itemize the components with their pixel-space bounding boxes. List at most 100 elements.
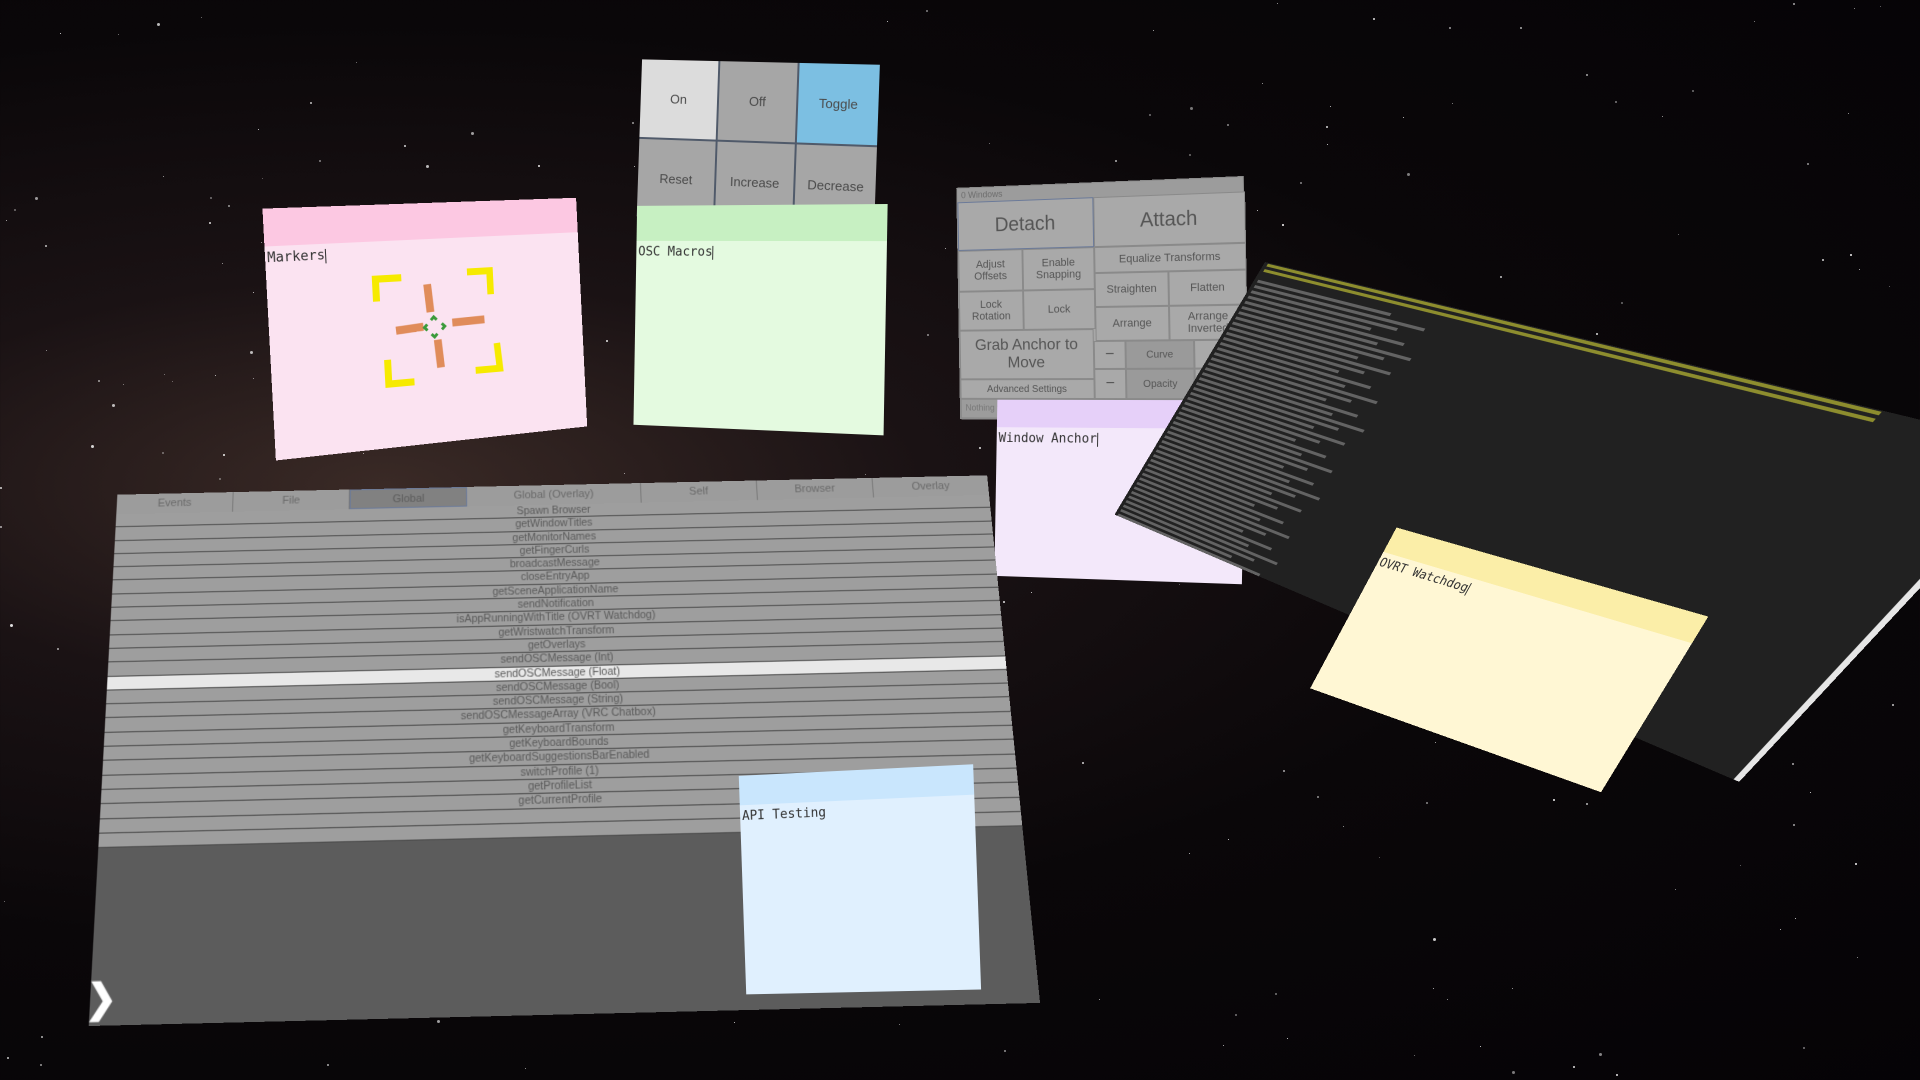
star xyxy=(1662,115,1664,117)
note-text-area[interactable]: OSC Macros xyxy=(636,241,887,265)
star xyxy=(404,144,407,147)
note-drag-bar[interactable] xyxy=(636,204,888,242)
star xyxy=(162,452,165,455)
star xyxy=(1148,114,1151,116)
star xyxy=(5,219,7,221)
grab-anchor-button[interactable]: Grab Anchor to Move xyxy=(959,329,1095,380)
star xyxy=(925,10,928,13)
star xyxy=(171,380,173,382)
equalize-transforms-button[interactable]: Equalize Transforms xyxy=(1094,242,1247,274)
star xyxy=(634,165,636,167)
enable-snapping-button[interactable]: Enable Snapping xyxy=(1022,247,1095,291)
star xyxy=(1810,792,1812,794)
star xyxy=(1257,209,1259,211)
tab-file[interactable]: File xyxy=(233,489,351,512)
star xyxy=(97,379,100,382)
star xyxy=(1859,268,1861,270)
lock-button[interactable]: Lock xyxy=(1023,289,1096,330)
chevron-right-icon[interactable]: ❯ xyxy=(85,976,118,1021)
attach-button[interactable]: Attach xyxy=(1093,191,1246,248)
star xyxy=(111,404,115,408)
star xyxy=(1227,838,1229,840)
star xyxy=(163,176,165,178)
star xyxy=(56,648,59,651)
star xyxy=(327,1064,330,1067)
star xyxy=(1179,583,1181,585)
straighten-button[interactable]: Straighten xyxy=(1094,271,1169,308)
star xyxy=(1806,162,1809,165)
star xyxy=(1803,1047,1806,1050)
star xyxy=(1791,762,1794,765)
detach-button[interactable]: Detach xyxy=(957,197,1095,251)
tab-browser[interactable]: Browser xyxy=(756,477,874,501)
star xyxy=(425,165,429,169)
star xyxy=(1854,8,1856,10)
star xyxy=(1413,1055,1415,1057)
star xyxy=(1329,105,1331,107)
star xyxy=(606,339,609,342)
star xyxy=(1793,2,1796,5)
tab-overlay[interactable]: Overlay xyxy=(872,475,989,497)
flatten-button[interactable]: Flatten xyxy=(1168,269,1248,306)
star xyxy=(899,1024,901,1026)
star xyxy=(355,61,357,63)
star xyxy=(525,1067,527,1069)
star xyxy=(927,333,930,336)
star xyxy=(1343,825,1345,827)
toggle-button-grid: On Off Toggle Reset Increase Decrease xyxy=(636,59,880,228)
toggle-button[interactable]: Toggle xyxy=(797,62,880,146)
tab-global-overlay[interactable]: Global (Overlay) xyxy=(467,483,642,507)
star xyxy=(118,33,120,35)
star xyxy=(249,351,253,355)
tab-global[interactable]: Global xyxy=(349,486,468,510)
star xyxy=(34,197,38,201)
note-text: OSC Macros xyxy=(638,244,713,260)
star xyxy=(1004,1050,1007,1053)
star xyxy=(1740,864,1742,866)
star xyxy=(1620,301,1623,304)
star xyxy=(261,241,263,243)
off-button[interactable]: Off xyxy=(717,61,798,143)
star xyxy=(1856,956,1858,958)
star xyxy=(1511,987,1513,989)
star xyxy=(1277,3,1279,5)
lock-rotation-button[interactable]: Lock Rotation xyxy=(958,290,1024,331)
star xyxy=(1888,285,1890,287)
tab-events[interactable]: Events xyxy=(116,492,234,515)
star xyxy=(1188,853,1190,855)
note-text: API Testing xyxy=(741,805,827,824)
star xyxy=(978,446,981,449)
star xyxy=(1402,117,1404,119)
star xyxy=(1002,600,1005,603)
crosshair-marker-icon xyxy=(365,264,516,394)
curve-decrease-button[interactable]: − xyxy=(1093,340,1126,370)
star xyxy=(1553,798,1556,801)
star xyxy=(1519,26,1522,29)
star xyxy=(1849,254,1852,257)
tab-self[interactable]: Self xyxy=(640,480,758,503)
star xyxy=(989,142,991,144)
arrange-button[interactable]: Arrange xyxy=(1095,305,1170,342)
star xyxy=(253,291,255,293)
star xyxy=(157,22,161,26)
star xyxy=(1573,1065,1576,1068)
star xyxy=(1153,30,1155,32)
advanced-settings-button[interactable]: Advanced Settings xyxy=(960,379,1095,400)
star xyxy=(310,102,313,105)
on-button[interactable]: On xyxy=(639,59,719,140)
star xyxy=(1082,762,1085,765)
star xyxy=(1189,153,1192,156)
star xyxy=(223,454,226,457)
star xyxy=(0,526,3,529)
star xyxy=(3,900,5,902)
star xyxy=(1615,1074,1618,1077)
curve-label: Curve xyxy=(1125,340,1195,369)
star xyxy=(1678,234,1680,236)
star xyxy=(262,177,264,179)
star xyxy=(1223,1044,1225,1046)
star xyxy=(13,209,16,212)
star xyxy=(363,452,365,454)
adjust-offsets-button[interactable]: Adjust Offsets xyxy=(958,249,1024,292)
star xyxy=(41,1036,44,1039)
opacity-decrease-button[interactable]: − xyxy=(1094,368,1127,400)
